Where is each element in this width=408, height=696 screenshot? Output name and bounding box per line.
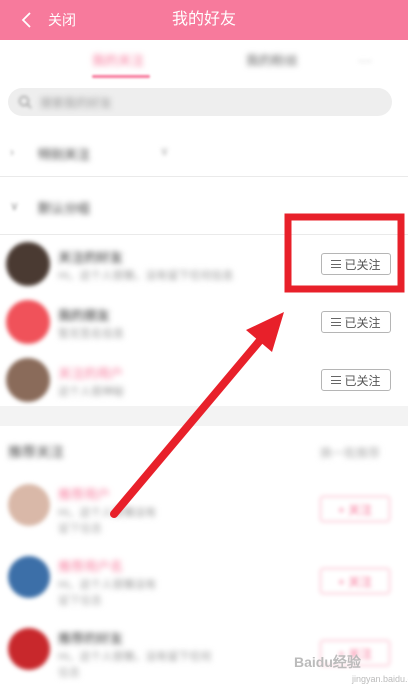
user-signature-cont: 信息 [58, 667, 80, 679]
avatar[interactable] [6, 358, 50, 402]
watermark-logo: Baidu经验 [294, 654, 361, 670]
list-item[interactable]: 关注的用户 这个人很神秘 已关注 [0, 351, 408, 409]
recommend-item[interactable]: 推荐用户 Hi，这个人很懒没有 留下信息 + 关注 [0, 474, 408, 546]
chevron-down-icon: ∨ [160, 144, 169, 158]
user-name: 关注的用户 [58, 366, 124, 381]
tab-bar: 我的关注 我的粉丝 [0, 40, 408, 82]
followed-label: 已关注 [344, 373, 381, 388]
user-name: 推荐用户名 [58, 559, 124, 574]
list-item[interactable]: 我的朋友 暂无签名信息 已关注 [0, 293, 408, 351]
user-signature-cont: 留下信息 [58, 595, 102, 607]
list-item[interactable]: 关注的好友 Hi，这个人很懒，没有留下任何信息 已关注 [0, 235, 408, 293]
user-signature: Hi，这个人很懒没有 [58, 579, 157, 591]
group-label: 默认分组 [38, 201, 91, 216]
watermark-url: jingyan.baidu.com [352, 674, 408, 684]
user-signature: 这个人很神秘 [58, 386, 124, 398]
chevron-down-icon: ∨ [10, 199, 19, 213]
search-input[interactable]: 搜索我的好友 [8, 88, 392, 116]
followed-button[interactable]: 已关注 [321, 369, 391, 391]
menu-icon [331, 260, 342, 268]
tab-following[interactable]: 我的关注 [92, 52, 144, 70]
page-title: 我的好友 [171, 11, 236, 28]
tab-active-indicator [92, 75, 150, 78]
follow-button[interactable]: + 关注 [320, 568, 390, 594]
followed-label: 已关注 [344, 257, 381, 272]
top-bar: 关闭 我的好友 [0, 0, 408, 40]
avatar[interactable] [8, 628, 50, 670]
user-name: 关注的好友 [58, 250, 124, 265]
user-name: 我的朋友 [58, 308, 111, 323]
followed-label: 已关注 [344, 315, 381, 330]
recommend-title: 推荐关注 [8, 444, 64, 460]
avatar[interactable] [8, 484, 50, 526]
recommend-header: 推荐关注 换一批推荐 [0, 426, 408, 474]
followed-button[interactable]: 已关注 [321, 253, 391, 275]
group-label: 特别关注 [38, 147, 91, 162]
search-placeholder: 搜索我的好友 [40, 96, 113, 110]
section-separator [0, 406, 408, 426]
user-signature: Hi，这个人很懒，没有留下任何 [58, 651, 212, 663]
group-default[interactable]: ∨ 默认分组 [0, 186, 408, 226]
followed-button[interactable]: 已关注 [321, 311, 391, 333]
avatar[interactable] [6, 242, 50, 286]
avatar[interactable] [6, 300, 50, 344]
more-icon[interactable]: ··· [358, 52, 372, 68]
user-signature: 暂无签名信息 [58, 328, 124, 340]
group-special[interactable]: › 特别关注 ∨ [0, 132, 408, 172]
menu-icon [331, 376, 342, 384]
menu-icon [331, 318, 342, 326]
user-name: 推荐的好友 [58, 631, 124, 646]
search-icon [18, 95, 32, 109]
recommend-item[interactable]: 推荐用户名 Hi，这个人很懒没有 留下信息 + 关注 [0, 546, 408, 618]
chevron-right-icon: › [10, 145, 14, 159]
avatar[interactable] [8, 556, 50, 598]
tab-followers[interactable]: 我的粉丝 [246, 52, 298, 70]
user-signature: Hi，这个人很懒，没有留下任何信息 [58, 270, 234, 282]
user-signature: Hi，这个人很懒没有 [58, 507, 157, 519]
divider [0, 176, 408, 177]
follow-button[interactable]: + 关注 [320, 496, 390, 522]
user-name: 推荐用户 [58, 487, 111, 502]
user-signature-cont: 留下信息 [58, 523, 102, 535]
refresh-recommend-link[interactable]: 换一批推荐 [320, 444, 380, 461]
